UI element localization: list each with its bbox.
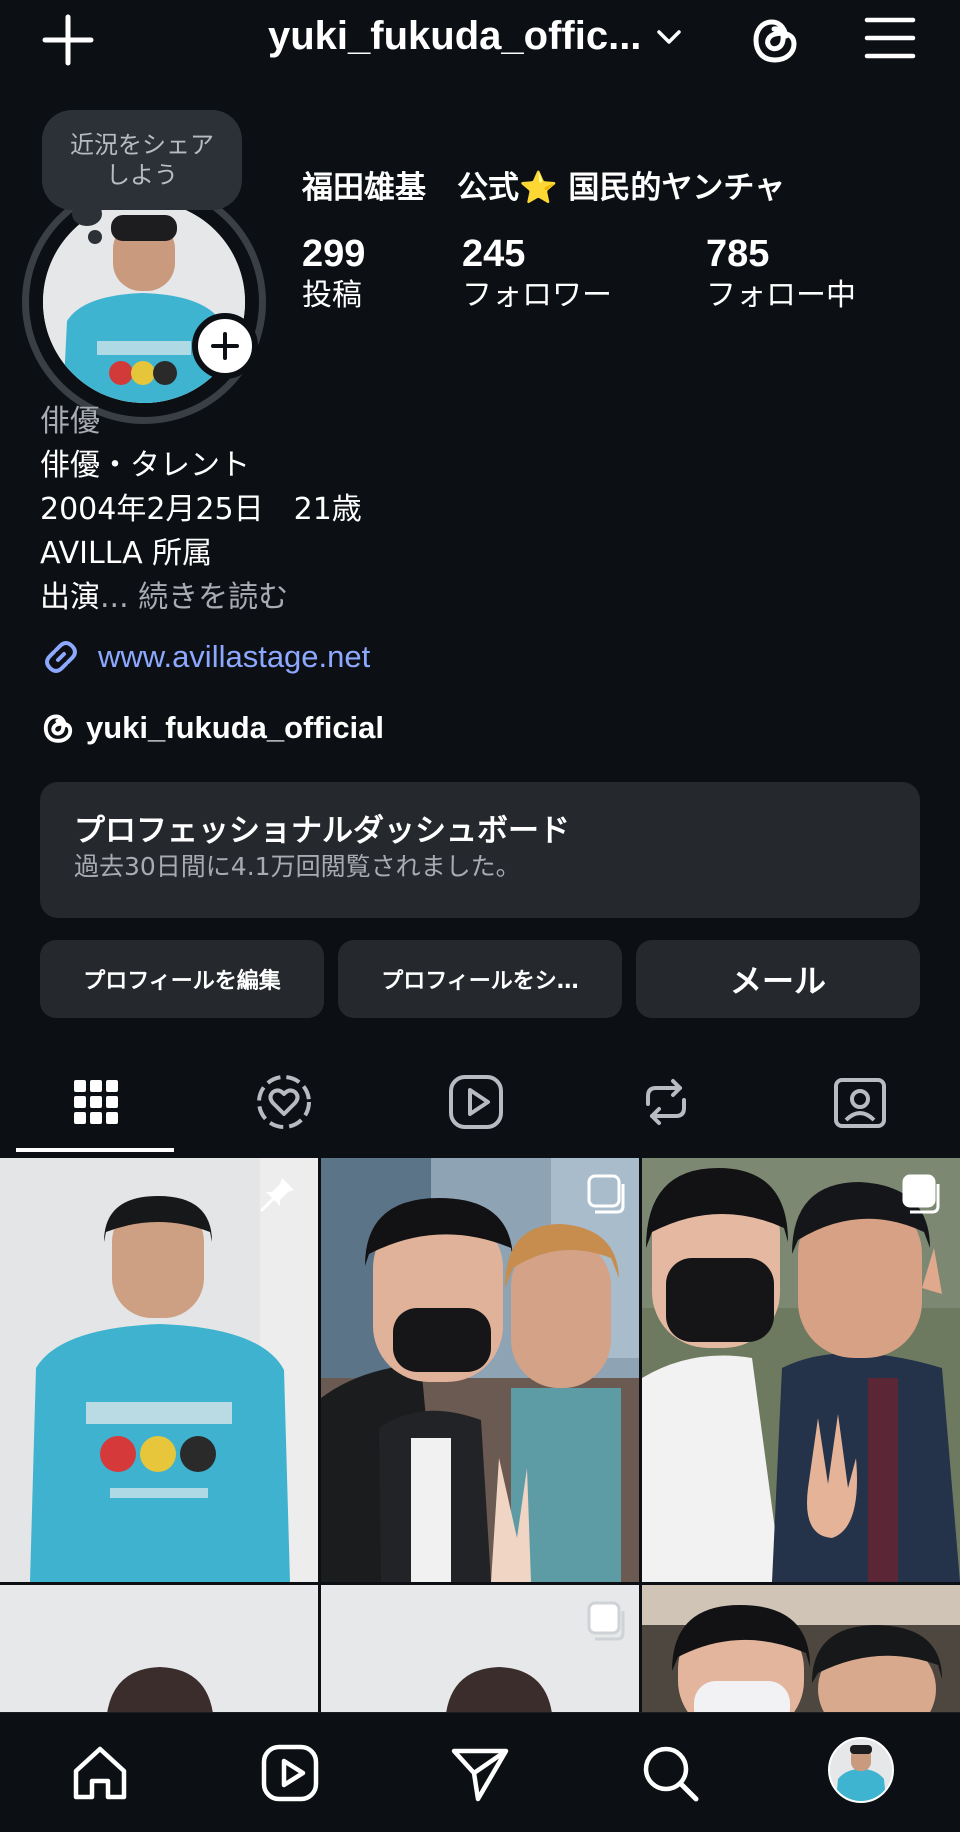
plus-icon [211,332,239,360]
profile-page: yuki_fukuda_offic... 近況をシェア しよう 福田雄基 公式⭐… [0,0,960,1832]
posts-grid [0,1158,960,1725]
note-text-line2: しよう [106,161,178,189]
liked-icon[interactable] [254,1072,314,1132]
chevron-down-icon [657,29,682,44]
post-thumbnail[interactable] [321,1585,639,1725]
posts-stat[interactable]: 299 投稿 [302,232,365,316]
post-thumbnail[interactable] [642,1158,960,1582]
username: yuki_fukuda_offic... [268,14,642,58]
bio-line: 2004年2月25日 21歳 [40,492,362,527]
reels-icon[interactable] [258,1741,322,1805]
threads-link[interactable]: yuki_fukuda_official [40,710,384,746]
read-more-link[interactable]: ... 続きを読む [100,580,288,615]
plus-icon[interactable] [42,14,94,66]
note-bubble-tail-dot [88,230,102,244]
threads-icon [43,714,73,743]
dashboard-title: プロフェッショナルダッシュボード [74,813,570,849]
account-switcher[interactable]: yuki_fukuda_offic... [268,14,683,59]
profile-tabs [0,1060,960,1156]
post-thumbnail[interactable] [642,1585,960,1725]
note-bubble[interactable]: 近況をシェア しよう [42,110,242,210]
grid-icon[interactable] [66,1072,126,1132]
bio-line-truncated: 出演... 続きを読む [40,576,920,620]
post-thumbnail[interactable] [0,1585,318,1725]
threads-handle: yuki_fukuda_official [86,710,385,745]
tagged-icon[interactable] [830,1072,890,1132]
carousel-icon [587,1174,625,1214]
bottom-navigation [0,1712,960,1832]
hamburger-menu-icon[interactable] [864,16,916,60]
threads-icon[interactable] [748,12,802,68]
carousel-icon [902,1174,940,1214]
bio-category: 俳優 [40,404,100,439]
bio-line: 出演 [40,580,100,615]
website-link[interactable]: www.avillastage.net [40,636,370,678]
search-icon[interactable] [638,1741,702,1805]
add-story-button[interactable] [192,313,258,379]
share-profile-button[interactable]: プロフィールをシ… [338,940,622,1018]
edit-profile-button[interactable]: プロフィールを編集 [40,940,324,1018]
dashboard-subtitle: 過去30日間に4.1万回閲覧されました。 [74,852,521,881]
note-text-line1: 近況をシェア [70,131,214,159]
following-label: フォロー中 [706,278,856,313]
top-bar: yuki_fukuda_offic... [0,0,960,90]
home-icon[interactable] [68,1741,132,1805]
send-icon[interactable] [448,1741,512,1805]
posts-count: 299 [302,233,366,275]
followers-stat[interactable]: 245 フォロワー [462,232,612,316]
reels-icon[interactable] [446,1072,506,1132]
bio-line: AVILLA 所属 [40,536,213,571]
followers-count: 245 [462,233,526,275]
note-bubble-tail [72,202,102,226]
professional-dashboard[interactable]: プロフェッショナルダッシュボード 過去30日間に4.1万回閲覧されました。 [40,782,920,918]
profile-avatar-area: 近況をシェア しよう [22,110,272,424]
post-thumbnail[interactable] [321,1158,639,1582]
reposts-icon[interactable] [636,1072,696,1132]
post-thumbnail[interactable] [0,1158,318,1582]
email-button[interactable]: メール [636,940,920,1018]
active-tab-indicator [16,1148,174,1152]
following-count: 785 [706,233,770,275]
bio-line: 俳優・タレント [40,448,250,483]
profile-avatar[interactable] [828,1737,894,1803]
website-url: www.avillastage.net [98,639,371,674]
bio: 俳優 俳優・タレント 2004年2月25日 21歳 AVILLA 所属 出演..… [40,400,920,620]
avatar-ring[interactable] [22,180,266,424]
pin-icon [260,1178,294,1212]
display-name: 福田雄基 公式⭐️ 国民的ヤンチャ [302,170,786,206]
posts-label: 投稿 [302,278,362,313]
carousel-icon [587,1601,625,1641]
followers-label: フォロワー [462,278,612,313]
following-stat[interactable]: 785 フォロー中 [706,232,856,316]
link-icon [45,641,77,673]
